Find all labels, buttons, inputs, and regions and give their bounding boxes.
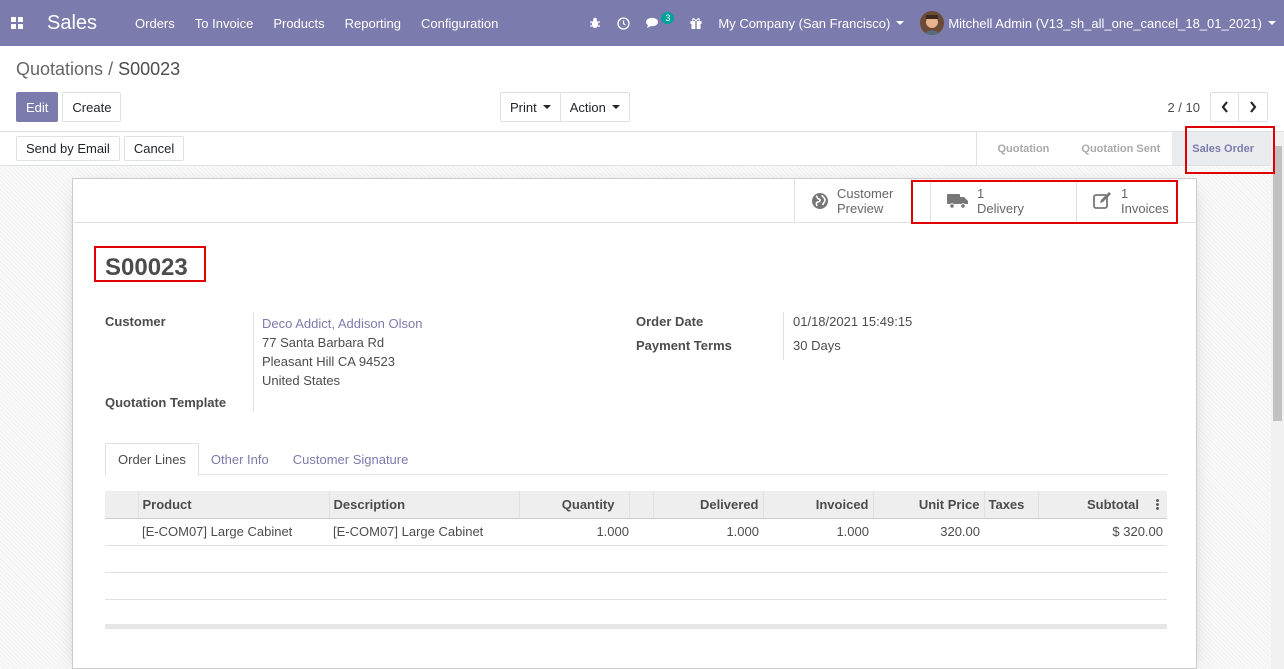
customer-preview-button[interactable]: Customer Preview: [794, 179, 930, 223]
column-header-subtotal[interactable]: Subtotal: [1038, 491, 1167, 519]
spacer-column-header: [629, 491, 654, 519]
column-header-product[interactable]: Product: [138, 491, 330, 519]
app-name[interactable]: Sales: [47, 12, 97, 35]
avatar: [920, 11, 945, 35]
cell-quantity[interactable]: 1.000: [519, 518, 629, 546]
gift-icon[interactable]: [682, 17, 710, 29]
user-menu[interactable]: Mitchell Admin (V13_sh_all_one_cancel_18…: [912, 11, 1284, 35]
company-name: My Company (San Francisco): [718, 15, 891, 31]
field-divider: [253, 312, 254, 412]
stage-quotation-sent[interactable]: Quotation Sent: [1061, 132, 1172, 165]
chevron-down-icon: [542, 105, 551, 109]
address-line3: United States: [262, 373, 341, 388]
apps-menu-icon[interactable]: [0, 0, 34, 46]
cancel-button[interactable]: Cancel: [123, 136, 185, 161]
quotation-template-label: Quotation Template: [105, 395, 227, 410]
cell-unit-price[interactable]: 320.00: [873, 518, 984, 546]
breadcrumb-current: S00023: [118, 59, 181, 79]
edit-button[interactable]: Edit: [16, 92, 59, 122]
notebook-tabs: Order Lines Other Info Customer Signatur…: [105, 443, 1167, 476]
tab-customer-signature[interactable]: Customer Signature: [281, 443, 421, 475]
globe-icon: [811, 192, 829, 210]
column-header-unit-price[interactable]: Unit Price: [873, 491, 985, 519]
menu-to-invoice[interactable]: To Invoice: [185, 16, 264, 31]
payment-terms-value: 30 Days: [793, 338, 841, 353]
order-lines-table: Product Description Quantity Delivered I…: [105, 491, 1167, 629]
highlight-order-name: [94, 246, 206, 282]
handle-column-header: [105, 491, 139, 519]
chat-count-badge: 3: [661, 12, 675, 24]
print-label: Print: [510, 99, 537, 115]
menu-configuration[interactable]: Configuration: [411, 16, 508, 31]
empty-row: [105, 599, 1167, 629]
address-line1: 77 Santa Barbara Rd: [262, 335, 385, 350]
tab-order-lines[interactable]: Order Lines: [105, 443, 199, 476]
activity-clock-icon[interactable]: [609, 16, 638, 30]
print-button[interactable]: Print: [500, 92, 561, 122]
cell-description[interactable]: [E-COM07] Large Cabinet: [329, 518, 519, 546]
pager-previous-button[interactable]: [1210, 92, 1239, 122]
breadcrumb-separator: /: [103, 59, 119, 79]
action-label: Action: [569, 99, 606, 115]
form-sheet: Customer Preview 1 Delivery 1 Invoices S000…: [71, 178, 1197, 669]
menu-products[interactable]: Products: [263, 16, 334, 31]
cell-product[interactable]: [E-COM07] Large Cabinet: [138, 518, 329, 546]
messaging-icon[interactable]: 3: [638, 12, 682, 29]
chevron-down-icon: [1268, 21, 1276, 25]
preview-line2: Preview: [837, 201, 884, 216]
pager-next-button[interactable]: [1239, 92, 1268, 122]
chevron-right-icon: [1250, 101, 1257, 113]
scrollbar-thumb[interactable]: [1273, 146, 1282, 421]
column-header-description[interactable]: Description: [329, 491, 520, 519]
cell-delivered[interactable]: 1.000: [653, 518, 763, 546]
highlight-sales-order-stage: [1185, 126, 1275, 174]
spacer-cell: [629, 518, 653, 546]
column-header-invoiced[interactable]: Invoiced: [763, 491, 874, 519]
empty-row: [105, 572, 1167, 600]
create-button[interactable]: Create: [62, 92, 122, 122]
chevron-down-icon: [611, 105, 620, 109]
menu-orders[interactable]: Orders: [125, 16, 185, 31]
empty-row: [105, 545, 1167, 573]
column-header-taxes[interactable]: Taxes: [984, 491, 1039, 519]
chevron-down-icon: [896, 21, 905, 25]
menu-reporting[interactable]: Reporting: [335, 16, 411, 31]
highlight-smart-buttons: [911, 180, 1178, 224]
cell-invoiced[interactable]: 1.000: [763, 518, 873, 546]
top-navbar: Sales Orders To Invoice Products Reporti…: [0, 0, 1284, 46]
order-date-value: 01/18/2021 15:49:15: [793, 314, 913, 329]
row-handle: [105, 518, 138, 546]
stage-quotation[interactable]: Quotation: [976, 132, 1061, 165]
payment-terms-label: Payment Terms: [636, 338, 732, 353]
order-date-label: Order Date: [636, 314, 704, 329]
breadcrumb: Quotations / S00023: [16, 59, 180, 80]
customer-label: Customer: [105, 314, 166, 329]
breadcrumb-parent[interactable]: Quotations: [16, 59, 103, 79]
column-header-quantity[interactable]: Quantity: [519, 491, 630, 519]
table-header-row: Product Description Quantity Delivered I…: [105, 491, 1167, 519]
table-row[interactable]: [E-COM07] Large Cabinet [E-COM07] Large …: [105, 518, 1167, 546]
scrollbar[interactable]: [1271, 132, 1284, 669]
user-name: Mitchell Admin (V13_sh_all_one_cancel_18…: [948, 15, 1262, 31]
preview-line1: Customer: [837, 186, 894, 201]
customer-link[interactable]: Deco Addict, Addison Olson: [262, 314, 422, 333]
column-header-delivered[interactable]: Delivered: [653, 491, 764, 519]
company-switcher[interactable]: My Company (San Francisco): [710, 16, 912, 31]
action-button[interactable]: Action: [560, 92, 630, 122]
control-panel: Quotations / S00023 Edit Create Print Ac…: [0, 46, 1284, 132]
field-divider: [783, 312, 784, 360]
chevron-left-icon: [1221, 101, 1228, 113]
cell-taxes[interactable]: [984, 518, 1038, 546]
pager-value[interactable]: 2 / 10: [1167, 100, 1200, 115]
address-line2: Pleasant Hill CA 94523: [262, 354, 395, 369]
cell-subtotal: $ 320.00: [1038, 518, 1167, 546]
send-by-email-button[interactable]: Send by Email: [16, 136, 120, 161]
debug-bug-icon[interactable]: [581, 17, 609, 29]
pager: 2 / 10: [1167, 92, 1268, 122]
tab-other-info[interactable]: Other Info: [199, 443, 281, 475]
status-bar: Send by Email Cancel Quotation Quotation…: [0, 132, 1284, 166]
column-options-icon[interactable]: [1156, 498, 1159, 513]
